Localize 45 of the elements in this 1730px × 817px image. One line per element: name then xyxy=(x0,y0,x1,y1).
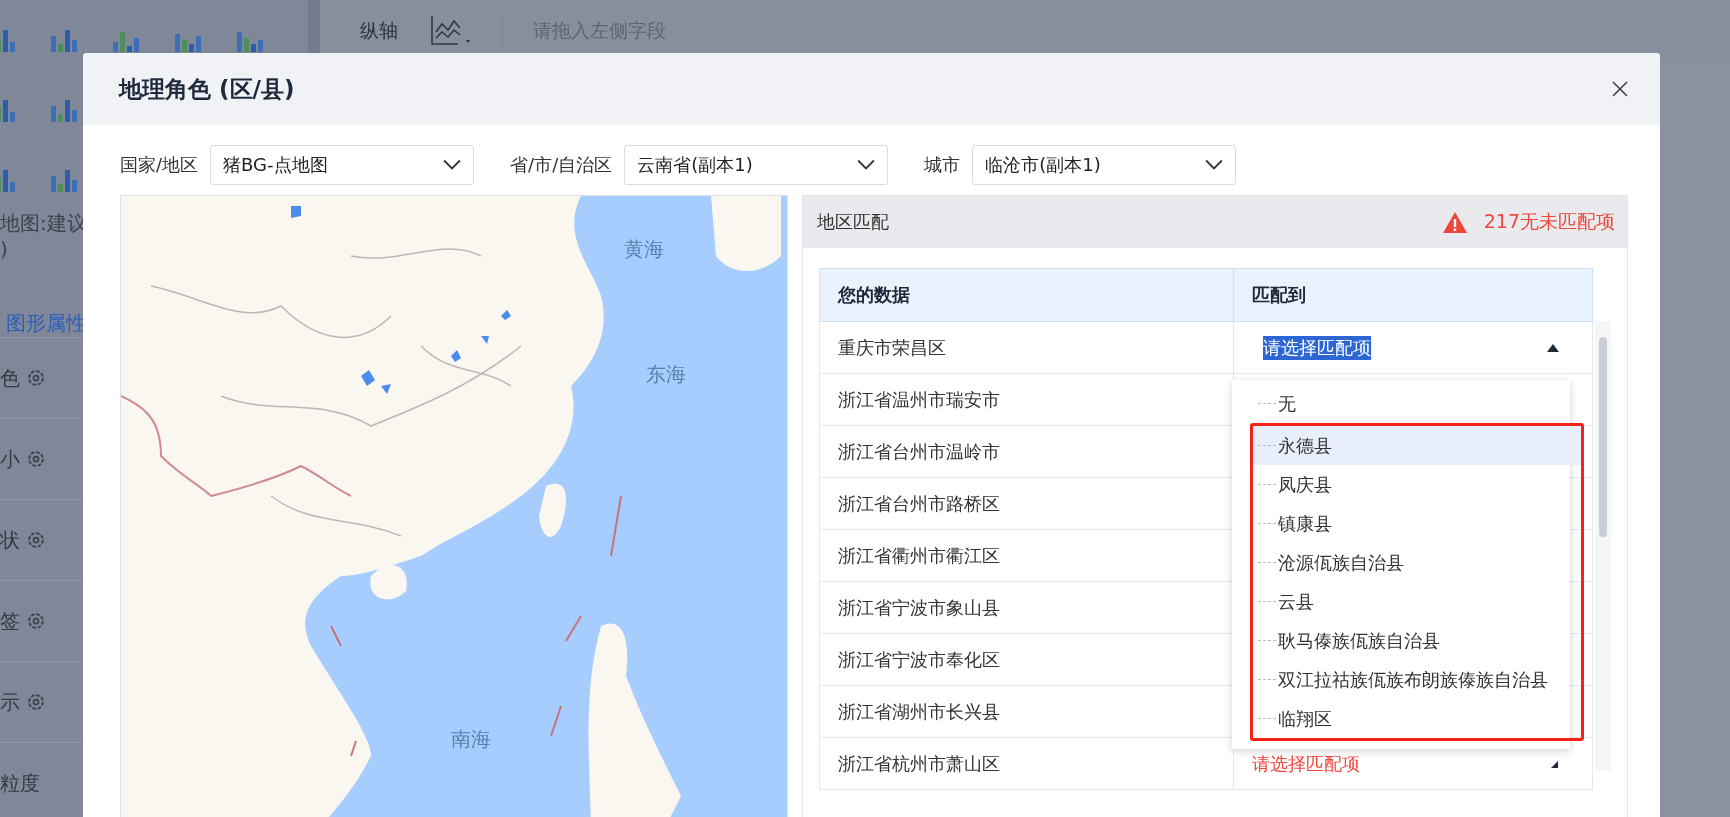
property-label: 小 xyxy=(0,445,20,473)
property-label: 签 xyxy=(0,607,20,635)
sea-label: 黄海 xyxy=(624,237,664,261)
sea-label: 南海 xyxy=(451,727,491,751)
dropdown-select[interactable]: 云南省(副本1) xyxy=(624,145,889,185)
property-label: 状 xyxy=(0,526,20,554)
chevron-down-icon xyxy=(857,159,876,171)
gear-icon[interactable] xyxy=(26,368,46,388)
gear-icon[interactable] xyxy=(26,611,46,631)
match-select-value[interactable]: 请选择匹配项 xyxy=(1263,335,1371,360)
dropdown-option[interactable]: 双江拉祜族佤族布朗族傣族自治县 xyxy=(1253,660,1581,699)
table-cell: 重庆市荣昌区 xyxy=(819,321,1234,374)
warning-text: 217无未匹配项 xyxy=(1483,209,1615,234)
filter-label: 国家/地区 xyxy=(120,153,199,177)
hint-text: ) xyxy=(0,237,8,261)
property-label: 色 xyxy=(0,364,20,392)
chevron-down-icon xyxy=(1205,159,1224,171)
dropdown-option[interactable]: 永德县 xyxy=(1253,426,1581,465)
gear-icon[interactable] xyxy=(26,530,46,550)
axis-label: 纵轴 xyxy=(360,18,398,43)
line-chart-icon[interactable] xyxy=(428,14,472,48)
filter-label: 省/市/自治区 xyxy=(510,153,613,177)
scrollbar[interactable] xyxy=(1595,321,1611,771)
gear-icon[interactable] xyxy=(26,692,46,712)
panel-title: 地区匹配 xyxy=(817,210,889,234)
table-cell: 浙江省杭州市萧山区 xyxy=(819,737,1234,790)
column-header: 匹配到 xyxy=(1233,268,1593,322)
dropdown-select[interactable]: 猪BG-点地图 xyxy=(210,145,475,185)
chevron-down-icon xyxy=(443,159,462,171)
match-select-value[interactable]: 请选择匹配项 xyxy=(1252,751,1360,776)
section-title: 图形属性 xyxy=(6,310,87,337)
dropdown-option[interactable]: 凤庆县 xyxy=(1253,465,1581,504)
caret-up-icon[interactable] xyxy=(1546,342,1560,353)
property-label: 粒度 xyxy=(0,769,40,797)
close-icon[interactable] xyxy=(1610,79,1630,99)
column-header: 您的数据 xyxy=(819,268,1234,322)
dialog-title: 地理角色 (区/县) xyxy=(119,74,295,104)
gear-icon[interactable] xyxy=(26,449,46,469)
property-label: 示 xyxy=(0,688,20,716)
dropdown-select[interactable]: 临沧市(副本1) xyxy=(972,145,1237,185)
sea-label: 东海 xyxy=(646,362,686,386)
filter-label: 城市 xyxy=(924,153,961,177)
warning-icon xyxy=(1441,210,1468,234)
dropdown-option[interactable]: 耿马傣族佤族自治县 xyxy=(1253,621,1581,660)
dropdown-option[interactable]: 镇康县 xyxy=(1253,504,1581,543)
